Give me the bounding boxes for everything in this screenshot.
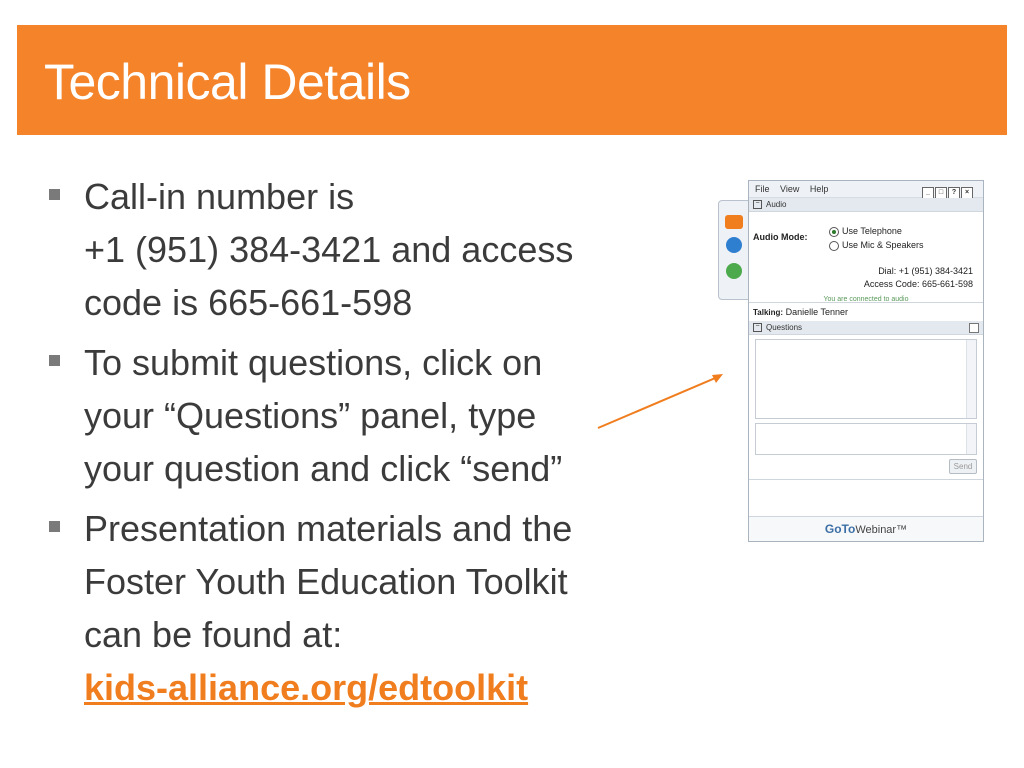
radio-use-telephone[interactable]: Use Telephone [829, 226, 902, 237]
talking-row: Talking: Danielle Tenner [749, 302, 983, 321]
bullet-text: Presentation materials and the [84, 508, 573, 549]
toolkit-link[interactable]: kids-alliance.org/edtoolkit [84, 661, 678, 714]
questions-log-scrollbar[interactable] [966, 340, 976, 418]
bullet-text: code is 665-661-598 [84, 282, 413, 323]
logo-webinar: Webinar™ [855, 524, 908, 536]
bullet-marker [49, 521, 60, 532]
talking-label: Talking: [753, 308, 784, 317]
menu-bar: File View Help _ □? × [749, 181, 983, 199]
bullet-text: your “Questions” panel, type [84, 395, 537, 436]
option-telephone-label: Use Telephone [842, 226, 902, 236]
bullet-marker [49, 355, 60, 366]
talking-name: Danielle Tenner [785, 307, 848, 317]
bullet-materials: Presentation materials and the Foster Yo… [48, 502, 678, 714]
menu-help[interactable]: Help [810, 184, 829, 194]
bullet-call-in: Call-in number is +1 (951) 384-3421 and … [48, 170, 678, 329]
bullet-questions: To submit questions, click on your “Ques… [48, 336, 678, 495]
questions-header-label: Questions [766, 323, 803, 332]
arrow-line [597, 375, 721, 429]
control-panel-window: File View Help _ □? × − Audio Audio Mode: U… [748, 180, 984, 542]
audio-section-header[interactable]: − Audio [749, 198, 983, 212]
bullet-text: Foster Youth Education Toolkit [84, 561, 568, 602]
send-row: Send [749, 455, 983, 475]
logo-goto: GoTo [824, 522, 856, 536]
question-input-scrollbar[interactable] [966, 424, 976, 454]
pointer-arrow [597, 374, 723, 429]
arrow-toggle-icon[interactable] [725, 215, 743, 229]
radio-selected-icon[interactable] [829, 226, 839, 237]
popout-icon[interactable] [969, 323, 979, 333]
bullet-text: can be found at: [84, 614, 343, 655]
dial-info: Dial: +1 (951) 384-3421 Access Code: 665… [864, 265, 973, 291]
access-code: Access Code: 665-661-598 [863, 279, 973, 289]
gotowebinar-panel: File View Help _ □? × − Audio Audio Mode: U… [718, 178, 986, 544]
option-mic-label: Use Mic & Speakers [842, 240, 924, 250]
send-button[interactable]: Send [949, 459, 977, 474]
menu-file[interactable]: File [755, 184, 770, 194]
blank-area [749, 479, 983, 510]
gotowebinar-logo: GoToWebinar™ [749, 516, 983, 541]
audio-header-label: Audio [766, 200, 787, 209]
questions-log[interactable] [755, 339, 977, 419]
questions-section-header[interactable]: − Questions [749, 321, 983, 335]
screen-icon[interactable] [726, 237, 742, 253]
bullet-text: +1 (951) 384-3421 and access [84, 229, 574, 270]
bullet-list: Call-in number is +1 (951) 384-3421 and … [48, 170, 678, 721]
audio-mode-label: Audio Mode: [753, 232, 808, 242]
audio-section: Audio Mode: Use Telephone Use Mic & Spea… [749, 212, 983, 303]
bullet-marker [49, 189, 60, 200]
connection-status: You are connected to audio [823, 296, 909, 303]
slide-title: Technical Details [44, 54, 411, 110]
collapse-icon[interactable]: − [753, 323, 762, 333]
window-controls: _ □? × [921, 183, 973, 199]
bullet-text: your question and click “send” [84, 448, 563, 489]
bullet-text: Call-in number is [84, 176, 355, 217]
bullet-text: To submit questions, click on [84, 342, 543, 383]
menu-view[interactable]: View [780, 184, 799, 194]
title-bar: Technical Details [17, 25, 1007, 135]
panel-grab-tab[interactable] [718, 200, 750, 300]
radio-unselected-icon[interactable] [829, 240, 839, 251]
radio-use-mic[interactable]: Use Mic & Speakers [829, 240, 924, 251]
collapse-icon[interactable]: − [753, 200, 762, 210]
microphone-icon[interactable] [726, 263, 742, 279]
question-input[interactable] [755, 423, 977, 455]
dial-number: Dial: +1 (951) 384-3421 [878, 266, 973, 276]
